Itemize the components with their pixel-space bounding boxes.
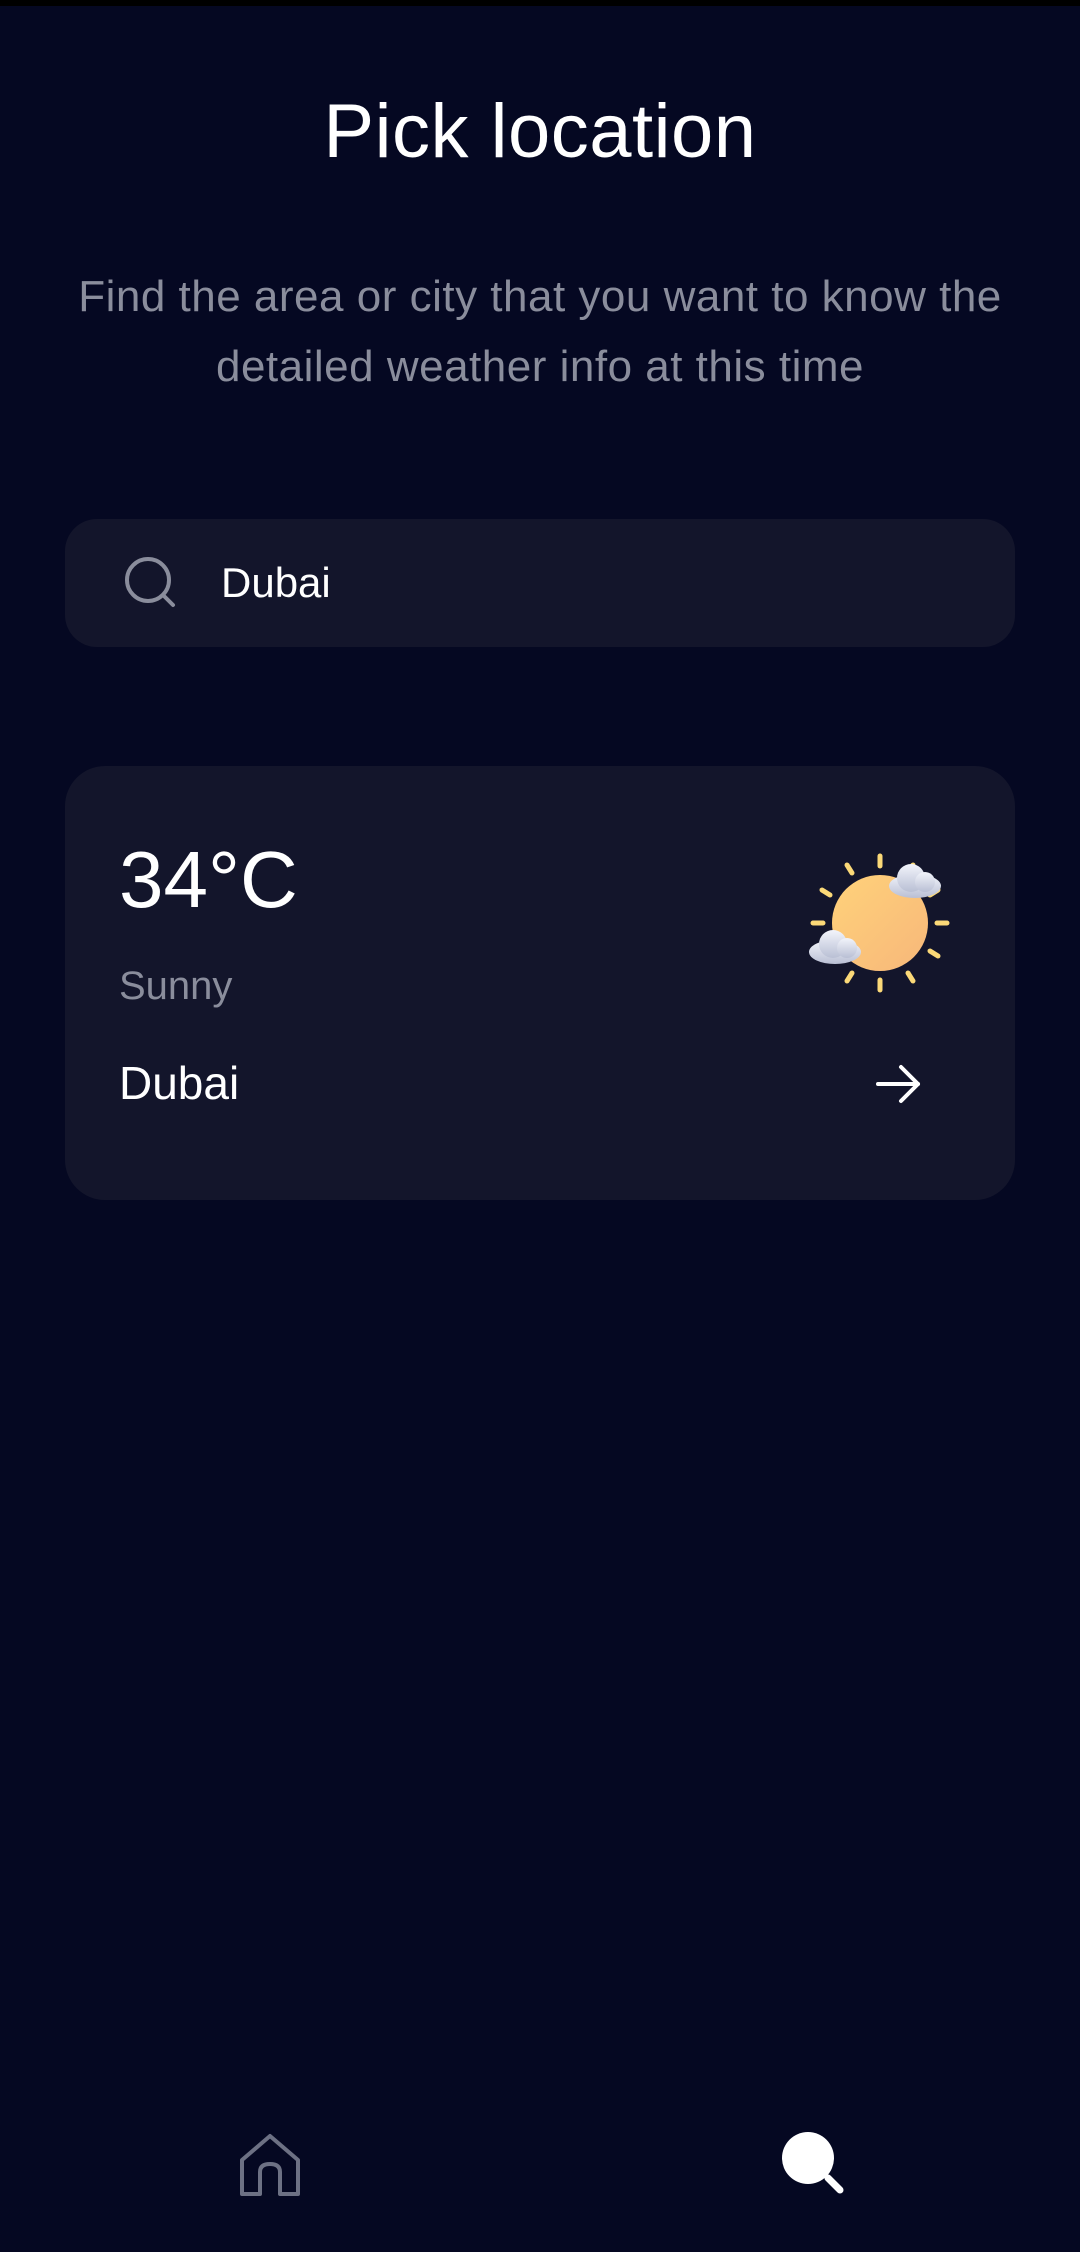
status-bar-strip [0,0,1080,6]
open-location-button[interactable] [865,1052,933,1120]
weather-condition: Sunny [119,964,233,1008]
temperature-value: 34°C [119,835,298,924]
home-icon [230,2134,310,2208]
sun-with-clouds-icon [805,848,955,998]
search-bar[interactable] [65,519,1015,647]
weather-result-card[interactable]: 34°C Sunny Dubai [65,766,1015,1200]
arrow-right-icon [874,1059,924,1114]
city-name: Dubai [119,1057,240,1109]
bottom-navigation [0,2100,1080,2252]
page-title: Pick location [323,89,757,174]
search-icon [123,555,179,611]
page-subtitle: Find the area or city that you want to k… [78,272,1002,391]
nav-home-button[interactable] [230,2124,310,2204]
nav-search-button[interactable] [774,2124,854,2204]
search-icon [774,2132,854,2208]
search-input[interactable] [221,519,981,647]
